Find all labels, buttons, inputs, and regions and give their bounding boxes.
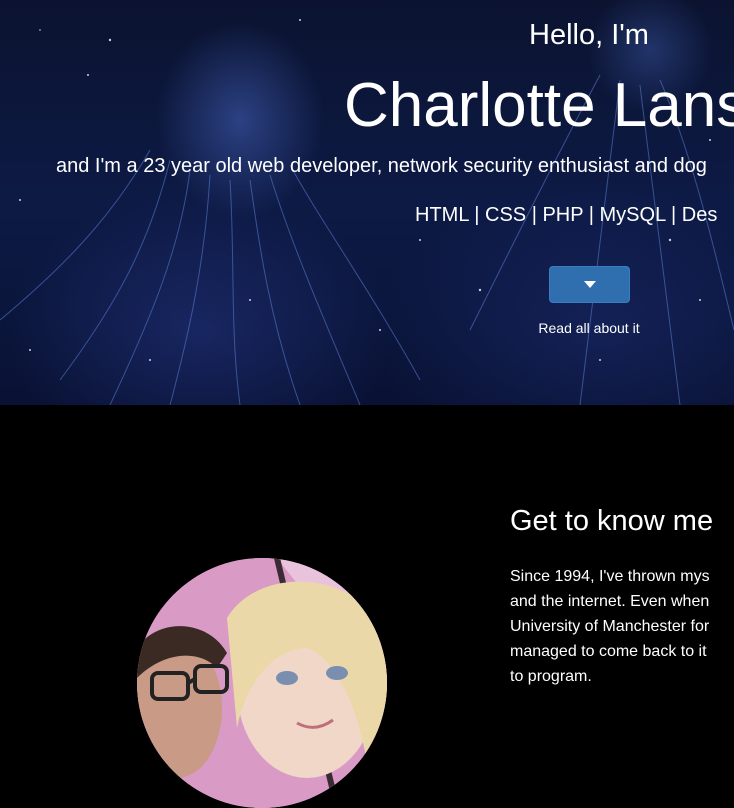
about-line: University of Manchester for <box>510 618 710 635</box>
about-line: managed to come back to it <box>510 643 707 660</box>
hero-name: Charlotte Lans <box>344 71 734 140</box>
profile-photo <box>137 558 387 808</box>
hero-section: Hello, I'm Charlotte Lans and I'm a 23 y… <box>0 0 734 405</box>
about-text: Since 1994, I've thrown mys and the inte… <box>510 564 734 689</box>
read-more-label[interactable]: Read all about it <box>0 320 734 336</box>
hero-tagline: and I'm a 23 year old web developer, net… <box>56 155 707 177</box>
hero-skills: HTML | CSS | PHP | MySQL | Des <box>415 204 718 226</box>
profile-photo-illustration <box>137 558 387 808</box>
read-more-button[interactable] <box>549 266 630 303</box>
chevron-down-icon <box>583 280 596 288</box>
jellyfish-background <box>0 19 734 405</box>
about-line: to program. <box>510 668 592 685</box>
about-line: Since 1994, I've thrown mys <box>510 568 710 585</box>
hero-greeting: Hello, I'm <box>529 19 649 51</box>
about-title: Get to know me <box>510 505 714 537</box>
about-line: and the internet. Even when <box>510 593 710 610</box>
